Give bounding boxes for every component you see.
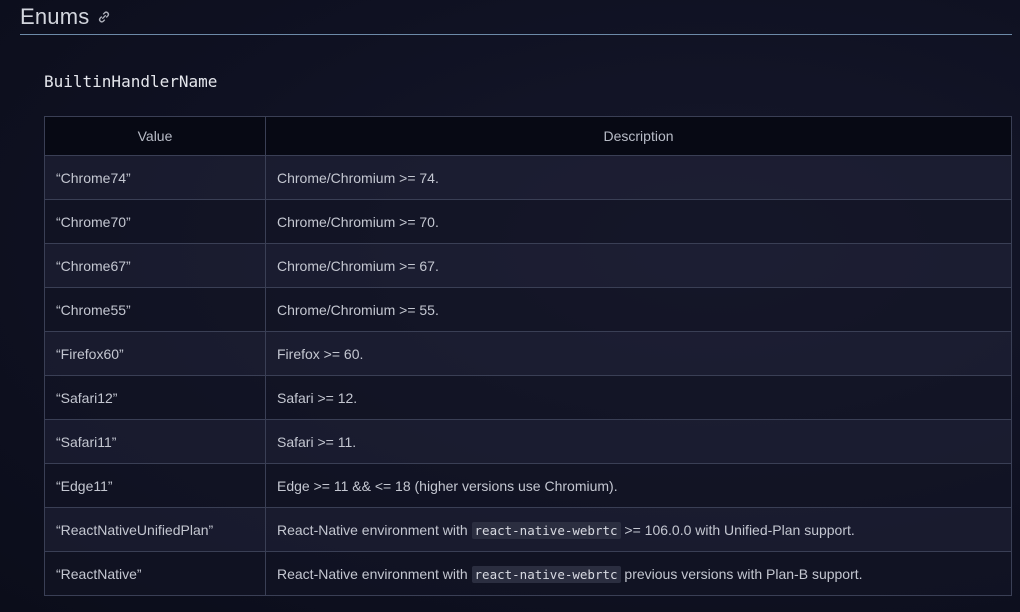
table-row: “Safari12” Safari >= 12. [44,375,1012,420]
cell-value: “Safari11” [44,419,266,464]
description-text: Chrome/Chromium >= 55. [277,301,439,318]
description-text: Chrome/Chromium >= 67. [277,257,439,274]
table-row: “Chrome55” Chrome/Chromium >= 55. [44,287,1012,332]
cell-value: “Chrome67” [44,243,266,288]
cell-description: Chrome/Chromium >= 70. [265,199,1012,244]
description-text: React-Native environment with [277,521,472,538]
link-icon[interactable] [97,10,111,24]
column-header-description: Description [265,116,1012,156]
table-row: “Chrome70” Chrome/Chromium >= 70. [44,199,1012,244]
cell-description: Edge >= 11 && <= 18 (higher versions use… [265,463,1012,508]
cell-value: “Safari12” [44,375,266,420]
section-heading: Enums [20,0,1012,35]
table-row: “Chrome67” Chrome/Chromium >= 67. [44,243,1012,288]
description-text: Edge >= 11 && <= 18 (higher versions use… [277,477,618,494]
description-text-tail: previous versions with Plan-B support. [620,565,863,582]
enum-table: Value Description “Chrome74” Chrome/Chrom… [44,116,1012,596]
cell-value: “Chrome74” [44,155,266,200]
inline-code: react-native-webrtc [471,565,621,583]
table-body: “Chrome74” Chrome/Chromium >= 74. “Chrome7… [44,155,1012,596]
table-row: “Firefox60” Firefox >= 60. [44,331,1012,376]
cell-value: “ReactNative” [44,551,266,596]
inline-code: react-native-webrtc [471,521,621,539]
description-text: Chrome/Chromium >= 74. [277,169,439,186]
description-text: React-Native environment with [277,565,472,582]
cell-description: React-Native environment with react-nati… [265,507,1012,552]
enum-table-container: Value Description “Chrome74” Chrome/Chrom… [44,116,1012,596]
cell-description: Safari >= 11. [265,419,1012,464]
cell-description: Chrome/Chromium >= 74. [265,155,1012,200]
description-text: Safari >= 11. [277,433,357,450]
description-text-tail: >= 106.0.0 with Unified-Plan support. [620,521,855,538]
cell-description: Safari >= 12. [265,375,1012,420]
table-row: “ReactNativeUnifiedPlan” React-Native env… [44,507,1012,552]
table-row: “Safari11” Safari >= 11. [44,419,1012,464]
table-row: “ReactNative” React-Native environment wi… [44,551,1012,596]
description-text: Firefox >= 60. [277,345,364,362]
column-header-value: Value [44,116,266,156]
description-text: Safari >= 12. [277,389,358,406]
section-title: Enums [20,4,90,29]
table-row: “Chrome74” Chrome/Chromium >= 74. [44,155,1012,200]
cell-description: Chrome/Chromium >= 55. [265,287,1012,332]
table-header-row: Value Description [44,116,1012,156]
cell-description: Chrome/Chromium >= 67. [265,243,1012,288]
table-row: “Edge11” Edge >= 11 && <= 18 (higher vers… [44,463,1012,508]
cell-value: “Edge11” [44,463,266,508]
cell-description: Firefox >= 60. [265,331,1012,376]
cell-value: “ReactNativeUnifiedPlan” [44,507,266,552]
cell-description: React-Native environment with react-nati… [265,551,1012,596]
cell-value: “Firefox60” [44,331,266,376]
cell-value: “Chrome55” [44,287,266,332]
description-text: Chrome/Chromium >= 70. [277,213,439,230]
enum-name: BuiltinHandlerName [44,72,218,91]
cell-value: “Chrome70” [44,199,266,244]
